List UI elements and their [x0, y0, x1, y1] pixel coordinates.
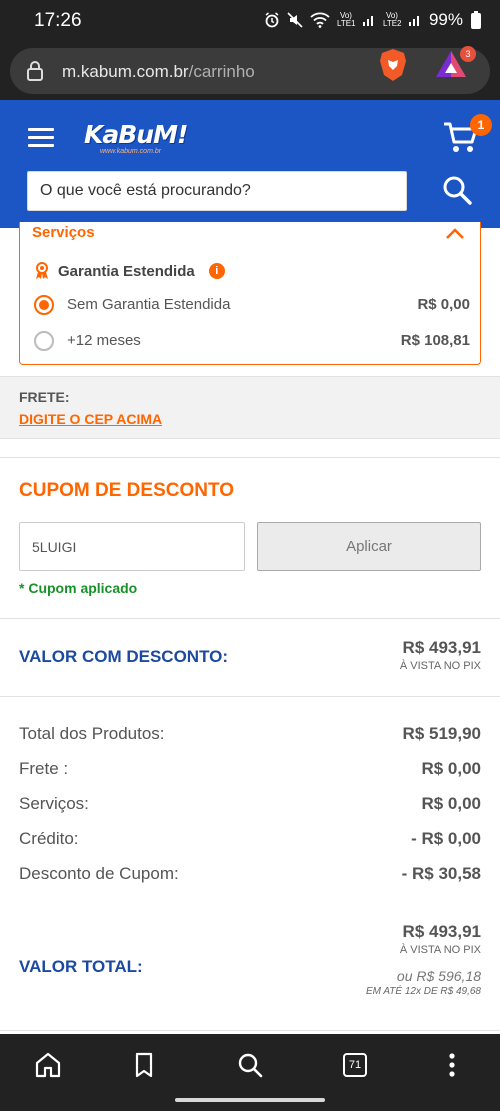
battery-icon	[471, 11, 481, 29]
chevron-up-icon[interactable]	[445, 226, 465, 240]
kabum-logo[interactable]: KaBuM! www.kabum.com.br	[80, 118, 190, 162]
services-title: Serviços	[32, 224, 95, 241]
rewards-button[interactable]: 3	[434, 46, 476, 85]
pix-note: À VISTA NO PIX	[399, 660, 481, 672]
rewards-badge: 3	[460, 46, 476, 62]
pix-note: À VISTA NO PIX	[399, 944, 481, 956]
summary-row-services: Serviços: R$ 0,00	[19, 794, 481, 820]
status-time: 17:26	[34, 10, 82, 31]
divider	[0, 696, 500, 697]
summary-value: - R$ 0,00	[411, 829, 481, 848]
tabs-button[interactable]: 71	[338, 1048, 372, 1082]
award-ribbon-icon	[36, 262, 48, 279]
radio-unselected[interactable]	[34, 331, 54, 351]
url-path: /carrinho	[188, 62, 255, 81]
signal-icon	[408, 16, 419, 26]
sim2-label: Vo) LTE2	[382, 11, 402, 28]
shipping-section: FRETE: DIGITE O CEP ACIMA	[0, 376, 500, 438]
summary-label: Serviços:	[19, 794, 89, 813]
status-bar: 17:26 Vo) LTE1 Vo) LTE2 99%	[0, 0, 500, 42]
alternative-price: ou R$ 596,18	[396, 968, 481, 984]
warranty-label: Garantia Estendida	[58, 262, 195, 280]
battery-percent: 99%	[428, 10, 463, 29]
site-header: KaBuM! www.kabum.com.br 1 O que você est…	[0, 100, 500, 228]
browser-toolbar: m.kabum.com.br/carrinho 3	[0, 42, 500, 100]
warranty-option-none[interactable]: Sem Garantia Estendida R$ 0,00	[32, 292, 472, 320]
address-bar[interactable]: m.kabum.com.br/carrinho	[10, 48, 490, 94]
warranty-header: Garantia Estendida i	[34, 262, 225, 280]
gesture-bar[interactable]	[175, 1098, 325, 1102]
summary-label: Crédito:	[19, 829, 79, 848]
brave-shield-icon[interactable]	[378, 48, 408, 82]
cart-button[interactable]: 1	[442, 114, 492, 160]
wifi-icon	[310, 12, 330, 28]
mute-icon	[287, 12, 303, 28]
divider	[0, 618, 500, 619]
coupon-applied-message: * Cupom aplicado	[19, 580, 138, 596]
summary-label: Total dos Produtos:	[19, 724, 165, 743]
lock-icon	[27, 61, 43, 81]
summary-label: Desconto de Cupom:	[19, 864, 179, 883]
bookmark-icon[interactable]	[127, 1048, 161, 1082]
installments-note: EM ATÉ 12x DE R$ 49,68	[365, 986, 481, 997]
logo-subtext: www.kabum.com.br	[100, 148, 162, 155]
tab-count: 71	[343, 1053, 367, 1077]
sim1-label: Vo) LTE1	[336, 11, 356, 28]
logo-text: KaBuM!	[84, 120, 188, 149]
coupon-input[interactable]: 5LUIGI	[19, 522, 245, 571]
summary-row-products: Total dos Produtos: R$ 519,90	[19, 724, 481, 750]
divider	[0, 457, 500, 458]
summary-row-coupon-discount: Desconto de Cupom: - R$ 30,58	[19, 864, 481, 890]
status-icons: Vo) LTE1 Vo) LTE2 99%	[264, 10, 482, 30]
summary-value: R$ 0,00	[421, 794, 481, 813]
shipping-label: FRETE:	[19, 389, 70, 405]
divider	[0, 1030, 500, 1031]
search-icon[interactable]	[233, 1048, 267, 1082]
option-price: R$ 108,81	[400, 332, 470, 349]
services-box: Serviços Garantia Estendida i Sem Garant…	[19, 222, 481, 365]
option-price: R$ 0,00	[417, 296, 470, 313]
summary-value: R$ 0,00	[421, 759, 481, 778]
total-value: R$ 493,91 À VISTA NO PIX ou R$ 596,18 EM…	[366, 922, 481, 997]
total-value-label: VALOR TOTAL:	[19, 957, 143, 976]
search-icon[interactable]	[440, 173, 474, 207]
home-icon[interactable]	[31, 1048, 65, 1082]
total-price: R$ 493,91	[402, 922, 481, 941]
option-label: Sem Garantia Estendida	[67, 296, 231, 313]
enter-cep-link[interactable]: DIGITE O CEP ACIMA	[19, 411, 162, 427]
search-input[interactable]: O que você está procurando?	[27, 171, 407, 211]
more-options-icon[interactable]	[435, 1048, 469, 1082]
discounted-value: R$ 493,91 À VISTA NO PIX	[400, 638, 481, 672]
discounted-price: R$ 493,91	[402, 638, 481, 657]
alarm-icon	[265, 12, 279, 28]
url-text: m.kabum.com.br/carrinho	[62, 62, 255, 82]
summary-value: - R$ 30,58	[401, 864, 481, 883]
url-domain: m.kabum.com.br	[62, 62, 189, 81]
coupon-title: CUPOM DE DESCONTO	[19, 480, 235, 501]
divider	[0, 438, 500, 439]
summary-row-shipping: Frete : R$ 0,00	[19, 759, 481, 785]
discounted-value-label: VALOR COM DESCONTO:	[19, 647, 229, 666]
summary-value: R$ 519,90	[402, 724, 481, 743]
option-label: +12 meses	[67, 332, 141, 349]
apply-coupon-button[interactable]: Aplicar	[257, 522, 481, 571]
coupon-code-value: 5LUIGI	[32, 539, 77, 555]
cart-count-badge: 1	[470, 114, 492, 136]
warranty-option-12-months[interactable]: +12 meses R$ 108,81	[32, 328, 472, 356]
menu-icon[interactable]	[28, 128, 54, 148]
summary-label: Frete :	[19, 759, 69, 778]
radio-selected[interactable]	[34, 295, 54, 315]
search-placeholder: O que você está procurando?	[40, 182, 251, 199]
info-icon[interactable]: i	[208, 263, 225, 279]
summary-row-credit: Crédito: - R$ 0,00	[19, 829, 481, 855]
signal-icon	[362, 16, 373, 26]
